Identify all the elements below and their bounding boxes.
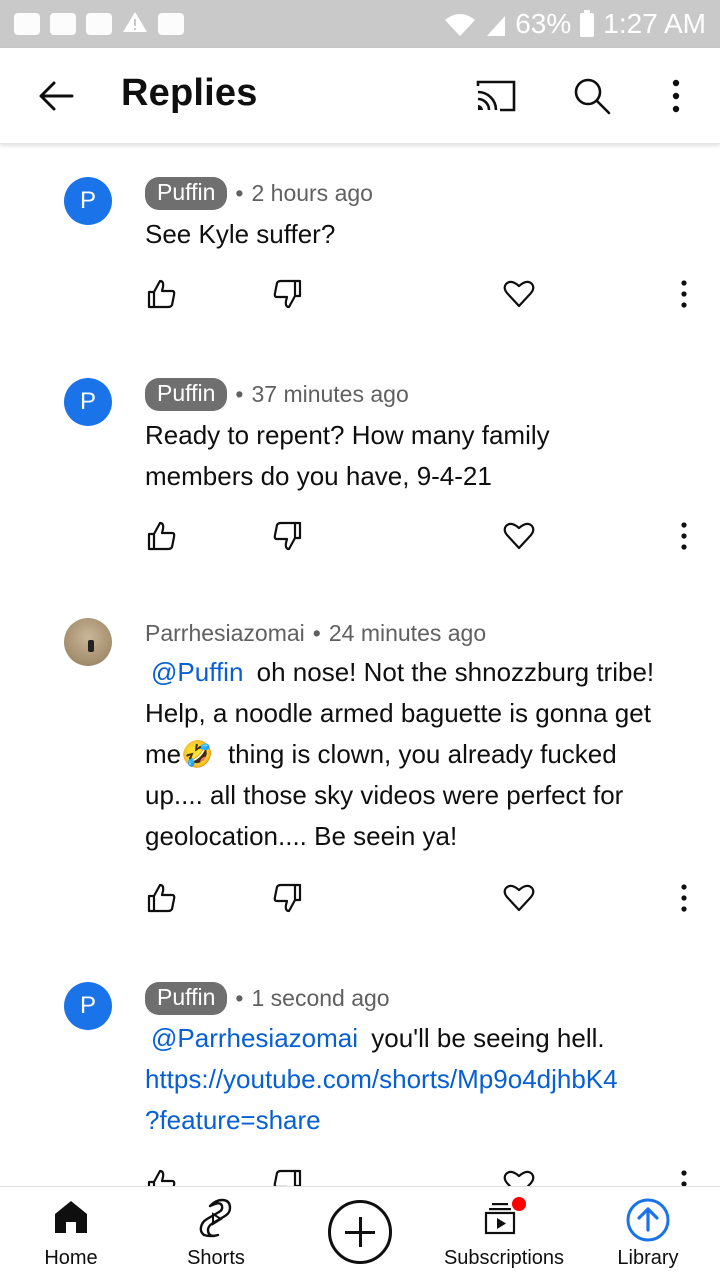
folder-icon [86,13,112,35]
dislike-icon[interactable] [272,278,304,315]
reply-text: @Puffin oh nose! Not the shnozzburg trib… [145,657,655,851]
nav-shorts-label: Shorts [187,1247,245,1269]
message-icon [14,13,40,35]
search-icon[interactable] [572,76,612,121]
timestamp: 24 minutes ago [328,620,487,646]
like-icon[interactable] [145,882,177,919]
url-link-continued[interactable]: ?feature=share [145,1100,705,1141]
heart-icon[interactable] [503,882,535,917]
mention-link[interactable]: @Parrhesiazomai [145,1023,364,1053]
nav-library[interactable]: Library [578,1187,718,1280]
reply-text: Ready to repent? How many family members… [145,420,550,491]
timestamp: 1 second ago [251,985,390,1011]
more-vert-icon[interactable] [662,76,690,121]
shorts-icon [196,1197,236,1244]
reply-actions [0,882,720,922]
author-name[interactable]: Puffin [145,378,228,411]
notification-icons [14,10,184,39]
nav-library-label: Library [617,1247,679,1269]
heart-icon[interactable] [503,278,535,313]
clock: 1:27 AM [603,8,706,39]
heart-icon[interactable] [503,1168,535,1186]
nav-shorts[interactable]: Shorts [146,1187,286,1280]
more-vert-icon[interactable] [670,882,698,919]
page-title: Replies [121,72,258,114]
subscriptions-icon [482,1197,526,1242]
reply-meta: Puffin • 1 second ago [145,982,390,1015]
more-vert-icon[interactable] [670,1168,698,1186]
more-vert-icon[interactable] [670,520,698,557]
reply-actions [0,278,720,318]
status-bar: 63% 1:27 AM [0,0,720,48]
youtube-icon [50,13,76,35]
replies-list[interactable]: P Puffin • 2 hours ago See Kyle suffer? [0,144,720,1186]
dislike-icon[interactable] [272,882,304,919]
timestamp: 37 minutes ago [251,381,409,407]
reply-meta: Parrhesiazomai • 24 minutes ago [145,620,487,647]
reply-actions [0,1168,720,1186]
mention-link[interactable]: @Puffin [145,657,249,687]
timestamp: 2 hours ago [251,180,373,206]
battery-percent: 63% [515,8,572,39]
reply-text: See Kyle suffer? [145,219,336,249]
image-icon [158,13,184,35]
battery-icon [579,10,595,38]
nav-home[interactable]: Home [1,1187,141,1280]
author-name[interactable]: Parrhesiazomai [145,620,305,647]
author-name[interactable]: Puffin [145,177,228,210]
signal-icon [485,12,507,36]
home-icon [51,1197,91,1242]
avatar[interactable]: P [64,177,112,225]
library-upload-icon [625,1197,671,1248]
nav-home-label: Home [44,1247,98,1269]
bottom-navigation: Home Shorts Subscriptions Library [0,1186,720,1280]
avatar[interactable] [64,618,112,666]
like-icon[interactable] [145,278,177,315]
app-header: Replies [0,48,720,144]
create-button[interactable] [328,1200,392,1264]
cast-icon[interactable] [474,78,518,119]
nav-subscriptions-label: Subscriptions [443,1247,565,1269]
reply-meta: Puffin • 37 minutes ago [145,378,409,411]
reply-actions [0,520,720,560]
nav-subscriptions[interactable]: Subscriptions [434,1187,574,1280]
like-icon[interactable] [145,520,177,557]
heart-icon[interactable] [503,520,535,555]
rofl-emoji: 🤣 [181,739,214,769]
author-name[interactable]: Puffin [145,982,228,1015]
reply-text: @Parrhesiazomai you'll be seeing hell. h… [145,1018,705,1141]
url-link[interactable]: https://youtube.com/shorts/Mp9o4djhbK4 [145,1059,705,1100]
like-icon[interactable] [145,1168,177,1186]
avatar[interactable]: P [64,378,112,426]
reply-meta: Puffin • 2 hours ago [145,177,373,210]
dislike-icon[interactable] [272,1168,304,1186]
more-vert-icon[interactable] [670,278,698,315]
warning-icon [122,10,148,39]
back-arrow-icon[interactable] [36,76,76,116]
avatar[interactable]: P [64,982,112,1030]
dislike-icon[interactable] [272,520,304,557]
wifi-icon [443,11,477,37]
